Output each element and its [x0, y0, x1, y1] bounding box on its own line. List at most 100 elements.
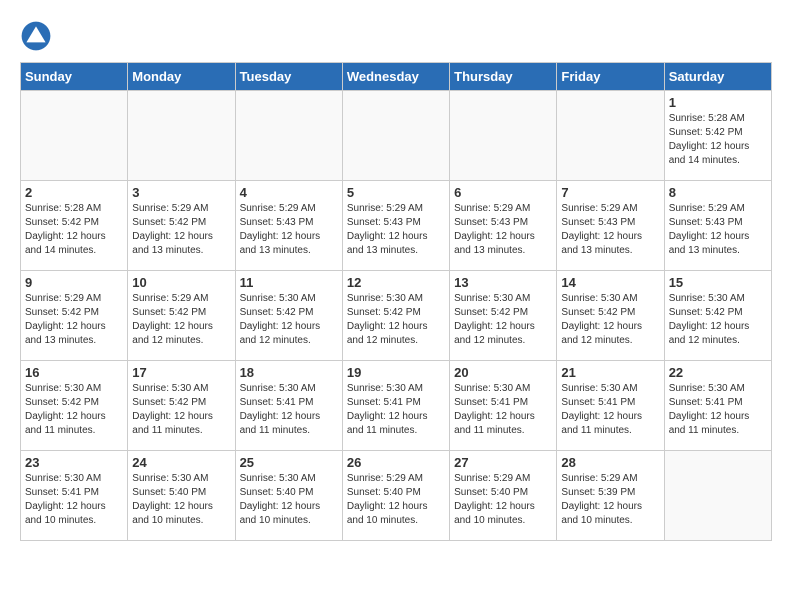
- cell-detail: Sunrise: 5:28 AM Sunset: 5:42 PM Dayligh…: [25, 202, 123, 258]
- day-number: 12: [347, 275, 445, 290]
- cell-detail: Sunrise: 5:30 AM Sunset: 5:42 PM Dayligh…: [240, 292, 338, 348]
- cell-detail: Sunrise: 5:30 AM Sunset: 5:42 PM Dayligh…: [347, 292, 445, 348]
- day-number: 20: [454, 365, 552, 380]
- calendar-cell: [235, 91, 342, 181]
- cell-detail: Sunrise: 5:30 AM Sunset: 5:41 PM Dayligh…: [240, 382, 338, 438]
- cell-detail: Sunrise: 5:28 AM Sunset: 5:42 PM Dayligh…: [669, 112, 767, 168]
- calendar-cell: [450, 91, 557, 181]
- calendar-cell: 14 Sunrise: 5:30 AM Sunset: 5:42 PM Dayli…: [557, 271, 664, 361]
- calendar-cell: [342, 91, 449, 181]
- cell-detail: Sunrise: 5:30 AM Sunset: 5:40 PM Dayligh…: [240, 472, 338, 528]
- day-number: 24: [132, 455, 230, 470]
- cell-detail: Sunrise: 5:30 AM Sunset: 5:41 PM Dayligh…: [25, 472, 123, 528]
- day-number: 19: [347, 365, 445, 380]
- cell-detail: Sunrise: 5:30 AM Sunset: 5:42 PM Dayligh…: [669, 292, 767, 348]
- cell-detail: Sunrise: 5:29 AM Sunset: 5:40 PM Dayligh…: [347, 472, 445, 528]
- day-number: 17: [132, 365, 230, 380]
- cell-detail: Sunrise: 5:29 AM Sunset: 5:43 PM Dayligh…: [561, 202, 659, 258]
- calendar-cell: 1 Sunrise: 5:28 AM Sunset: 5:42 PM Daylig…: [664, 91, 771, 181]
- cell-detail: Sunrise: 5:29 AM Sunset: 5:42 PM Dayligh…: [132, 292, 230, 348]
- day-number: 25: [240, 455, 338, 470]
- day-number: 2: [25, 185, 123, 200]
- cell-detail: Sunrise: 5:30 AM Sunset: 5:41 PM Dayligh…: [669, 382, 767, 438]
- calendar-cell: 5 Sunrise: 5:29 AM Sunset: 5:43 PM Daylig…: [342, 181, 449, 271]
- calendar-cell: 16Sunrise: 5:30 AM Sunset: 5:42 PM Dayli…: [21, 361, 128, 451]
- calendar-cell: 9 Sunrise: 5:29 AM Sunset: 5:42 PM Daylig…: [21, 271, 128, 361]
- day-number: 21: [561, 365, 659, 380]
- calendar-cell: 4 Sunrise: 5:29 AM Sunset: 5:43 PM Daylig…: [235, 181, 342, 271]
- calendar-cell: 6 Sunrise: 5:29 AM Sunset: 5:43 PM Daylig…: [450, 181, 557, 271]
- day-number: 13: [454, 275, 552, 290]
- calendar-cell: 24 Sunrise: 5:30 AM Sunset: 5:40 PM Dayli…: [128, 451, 235, 541]
- calendar-cell: 7 Sunrise: 5:29 AM Sunset: 5:43 PM Daylig…: [557, 181, 664, 271]
- cell-detail: Sunrise: 5:30 AM Sunset: 5:42 PM Dayligh…: [454, 292, 552, 348]
- day-header-tuesday: Tuesday: [235, 63, 342, 91]
- day-header-monday: Monday: [128, 63, 235, 91]
- cell-detail: Sunrise: 5:29 AM Sunset: 5:43 PM Dayligh…: [454, 202, 552, 258]
- calendar-cell: [128, 91, 235, 181]
- cell-detail: Sunrise: 5:30 AM Sunset: 5:41 PM Dayligh…: [561, 382, 659, 438]
- week-row-2: 9 Sunrise: 5:29 AM Sunset: 5:42 PM Daylig…: [21, 271, 772, 361]
- day-number: 18: [240, 365, 338, 380]
- calendar-cell: 17 Sunrise: 5:30 AM Sunset: 5:42 PM Dayli…: [128, 361, 235, 451]
- calendar-cell: 27 Sunrise: 5:29 AM Sunset: 5:40 PM Dayli…: [450, 451, 557, 541]
- calendar-cell: 15 Sunrise: 5:30 AM Sunset: 5:42 PM Dayli…: [664, 271, 771, 361]
- day-number: 10: [132, 275, 230, 290]
- cell-detail: Sunrise: 5:30 AM Sunset: 5:41 PM Dayligh…: [454, 382, 552, 438]
- cell-detail: Sunrise: 5:29 AM Sunset: 5:43 PM Dayligh…: [347, 202, 445, 258]
- calendar-cell: [557, 91, 664, 181]
- cell-detail: Sunrise: 5:30 AM Sunset: 5:42 PM Dayligh…: [561, 292, 659, 348]
- cell-detail: Sunrise: 5:30 AM Sunset: 5:40 PM Dayligh…: [132, 472, 230, 528]
- day-number: 27: [454, 455, 552, 470]
- day-header-friday: Friday: [557, 63, 664, 91]
- day-number: 9: [25, 275, 123, 290]
- cell-detail: Sunrise: 5:29 AM Sunset: 5:43 PM Dayligh…: [240, 202, 338, 258]
- calendar-cell: 25 Sunrise: 5:30 AM Sunset: 5:40 PM Dayli…: [235, 451, 342, 541]
- day-number: 23: [25, 455, 123, 470]
- day-header-saturday: Saturday: [664, 63, 771, 91]
- cell-detail: Sunrise: 5:29 AM Sunset: 5:43 PM Dayligh…: [669, 202, 767, 258]
- calendar-cell: [664, 451, 771, 541]
- cell-detail: Sunrise: 5:29 AM Sunset: 5:39 PM Dayligh…: [561, 472, 659, 528]
- calendar-cell: 8 Sunrise: 5:29 AM Sunset: 5:43 PM Daylig…: [664, 181, 771, 271]
- calendar-cell: 28 Sunrise: 5:29 AM Sunset: 5:39 PM Dayli…: [557, 451, 664, 541]
- day-header-wednesday: Wednesday: [342, 63, 449, 91]
- calendar-cell: 12 Sunrise: 5:30 AM Sunset: 5:42 PM Dayli…: [342, 271, 449, 361]
- day-number: 16: [25, 365, 123, 380]
- cell-detail: Sunrise: 5:30 AM Sunset: 5:41 PM Dayligh…: [347, 382, 445, 438]
- cell-detail: Sunrise: 5:29 AM Sunset: 5:42 PM Dayligh…: [132, 202, 230, 258]
- day-number: 6: [454, 185, 552, 200]
- day-number: 22: [669, 365, 767, 380]
- day-header-sunday: Sunday: [21, 63, 128, 91]
- day-number: 11: [240, 275, 338, 290]
- week-row-0: 1 Sunrise: 5:28 AM Sunset: 5:42 PM Daylig…: [21, 91, 772, 181]
- day-number: 5: [347, 185, 445, 200]
- calendar-cell: 13 Sunrise: 5:30 AM Sunset: 5:42 PM Dayli…: [450, 271, 557, 361]
- logo-icon: [20, 20, 52, 52]
- page-header: [20, 20, 772, 52]
- cell-detail: Sunrise: 5:30 AM Sunset: 5:42 PM Dayligh…: [132, 382, 230, 438]
- calendar-cell: [21, 91, 128, 181]
- day-number: 4: [240, 185, 338, 200]
- week-row-4: 23 Sunrise: 5:30 AM Sunset: 5:41 PM Dayli…: [21, 451, 772, 541]
- day-number: 14: [561, 275, 659, 290]
- day-number: 26: [347, 455, 445, 470]
- calendar-cell: 19 Sunrise: 5:30 AM Sunset: 5:41 PM Dayli…: [342, 361, 449, 451]
- week-row-3: 16 Sunrise: 5:30 AM Sunset: 5:42 PM Dayli…: [21, 361, 772, 451]
- day-number: 15: [669, 275, 767, 290]
- day-number: 1: [669, 95, 767, 110]
- calendar-cell: 22 Sunrise: 5:30 AM Sunset: 5:41 PM Dayli…: [664, 361, 771, 451]
- calendar-cell: 26 Sunrise: 5:29 AM Sunset: 5:40 PM Dayli…: [342, 451, 449, 541]
- calendar-cell: 2 Sunrise: 5:28 AM Sunset: 5:42 PM Daylig…: [21, 181, 128, 271]
- logo: [20, 20, 56, 52]
- calendar-cell: 23 Sunrise: 5:30 AM Sunset: 5:41 PM Dayli…: [21, 451, 128, 541]
- day-number: 3: [132, 185, 230, 200]
- day-number: 28: [561, 455, 659, 470]
- day-number: 8: [669, 185, 767, 200]
- calendar-table: SundayMondayTuesdayWednesdayThursdayFrid…: [20, 62, 772, 541]
- day-number: 7: [561, 185, 659, 200]
- cell-detail: Sunrise: 5:29 AM Sunset: 5:42 PM Dayligh…: [25, 292, 123, 348]
- cell-detail: Sunrise: 5:29 AM Sunset: 5:40 PM Dayligh…: [454, 472, 552, 528]
- calendar-cell: 21 Sunrise: 5:30 AM Sunset: 5:41 PM Dayli…: [557, 361, 664, 451]
- calendar-cell: 10 Sunrise: 5:29 AM Sunset: 5:42 PM Dayli…: [128, 271, 235, 361]
